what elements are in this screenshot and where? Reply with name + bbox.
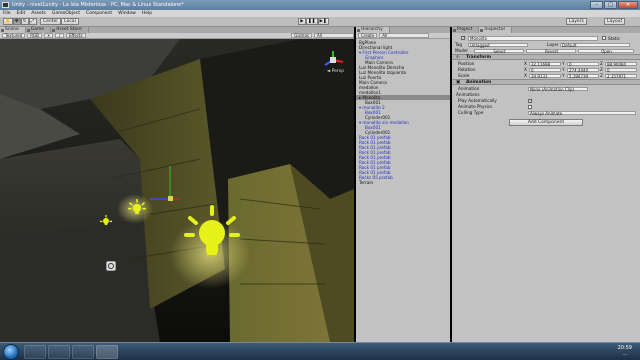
play-automatically-checkbox[interactable] xyxy=(528,98,532,103)
window-title: Unity - nivel1unity - La Isla Misteriosa… xyxy=(12,2,184,8)
project-tab-icon xyxy=(453,29,456,32)
transform-scale-x-field[interactable]: 34.9131 xyxy=(529,73,561,78)
menu-gameobject[interactable]: GameObject xyxy=(52,11,80,16)
effects-dropdown[interactable]: Effects xyxy=(65,33,86,38)
hierarchy-panel: Hierarchy Create All BgPlane Directional … xyxy=(356,27,450,342)
gizmos-dropdown[interactable]: Gizmos xyxy=(291,33,312,38)
model-open-button[interactable]: Open xyxy=(578,48,634,53)
animate-physics-label: Animate Physics xyxy=(458,104,493,109)
menu-window[interactable]: Window xyxy=(118,11,136,16)
taskbar-explorer-icon[interactable] xyxy=(24,345,46,359)
menu-edit[interactable]: Edit xyxy=(17,11,26,16)
tab-inspector[interactable]: Inspector xyxy=(479,27,513,33)
audio-source-icon[interactable] xyxy=(106,261,116,271)
transform-position-z-field[interactable]: 88.90084 xyxy=(605,61,637,66)
perspective-label[interactable]: ◄ Persp xyxy=(327,69,344,74)
transform-rotation-z-field[interactable]: 0 xyxy=(605,67,637,72)
transform-header[interactable]: ⊹ Transform xyxy=(452,54,640,60)
game-tab-icon xyxy=(26,29,30,32)
layers-dropdown[interactable]: Layers xyxy=(566,18,587,25)
pause-icon: ❚❚ xyxy=(308,19,316,24)
scene-panel-header: Scene Game Asset Store Textured RGB ☀ ♪ … xyxy=(0,27,354,39)
transform-scale-z-field[interactable]: 2.157971 xyxy=(605,73,637,78)
add-component-button[interactable]: Add Component xyxy=(509,119,583,126)
maximize-button[interactable]: □ xyxy=(604,1,617,9)
pause-button[interactable]: ❚❚ xyxy=(306,18,318,25)
minimize-button[interactable]: – xyxy=(590,1,603,9)
close-button[interactable]: ✕ xyxy=(618,1,638,9)
transform-rotation-y-field[interactable]: 274.4444 xyxy=(567,67,599,72)
asset-store-tab-icon xyxy=(52,29,56,32)
menu-assets[interactable]: Assets xyxy=(31,11,46,16)
static-label: Static xyxy=(608,35,620,41)
transform-icon: ⊹ xyxy=(456,55,460,60)
scene-tab-icon xyxy=(1,29,4,32)
menu-file[interactable]: File xyxy=(3,11,11,16)
animations-label[interactable]: Animations xyxy=(456,92,638,97)
menu-bar: File Edit Assets GameObject Component Wi… xyxy=(0,10,640,17)
hierarchy-search-input[interactable]: All xyxy=(379,33,430,38)
menu-help[interactable]: Help xyxy=(142,11,152,16)
hierarchy-create-dropdown[interactable]: Create xyxy=(358,33,378,38)
object-name-field[interactable]: Monolito xyxy=(468,36,598,41)
rotate-tool-button[interactable]: ↻ xyxy=(20,18,29,25)
hierarchy-item[interactable]: Terrain xyxy=(356,180,450,185)
animation-header[interactable]: ▣ Animation xyxy=(452,79,640,85)
transform-scale-y-field[interactable]: 5.194739 xyxy=(567,73,599,78)
tag-dropdown[interactable]: Untagged xyxy=(468,42,528,47)
point-light-icon-far[interactable] xyxy=(100,215,112,227)
culling-type-dropdown[interactable]: Always Animate xyxy=(528,110,636,115)
pivot-toggle[interactable]: Center xyxy=(40,18,62,25)
layer-dropdown[interactable]: Default xyxy=(560,42,630,47)
hand-tool-button[interactable]: ✋ xyxy=(3,18,13,25)
point-light-icon[interactable] xyxy=(184,205,240,261)
animation-clip-field[interactable]: None (Animation Clip) xyxy=(528,86,588,91)
audio-toggle[interactable]: ♪ xyxy=(55,33,64,38)
layout-dropdown[interactable]: Layout xyxy=(604,18,626,25)
render-mode-dropdown[interactable]: Textured xyxy=(2,33,26,38)
scene-viewport[interactable]: ◄ Persp xyxy=(0,39,354,342)
step-icon: ▶❚ xyxy=(319,19,327,24)
taskbar-clock[interactable]: 20:59 ... xyxy=(618,345,632,357)
step-button[interactable]: ▶❚ xyxy=(317,18,329,25)
transform-position-y-field[interactable]: 0 xyxy=(567,61,599,66)
color-mode-dropdown[interactable]: RGB xyxy=(27,33,42,38)
scene-search-input[interactable]: All xyxy=(314,33,354,38)
move-tool-button[interactable]: ✥ xyxy=(12,18,21,25)
tab-project[interactable]: Project xyxy=(452,27,480,33)
animate-physics-checkbox[interactable] xyxy=(528,104,532,109)
space-toggle[interactable]: Local xyxy=(61,18,79,25)
windows-taskbar: 20:59 ... xyxy=(0,342,640,360)
unity-app-icon xyxy=(2,2,9,8)
taskbar-browser-icon[interactable] xyxy=(72,345,94,359)
animation-icon: ▣ xyxy=(456,80,461,85)
window-title-bar: Unity - nivel1unity - La Isla Misteriosa… xyxy=(0,0,640,10)
model-revert-button[interactable]: Revert xyxy=(526,48,576,53)
taskbar-media-icon[interactable] xyxy=(48,345,70,359)
model-select-button[interactable]: Select xyxy=(474,48,524,53)
play-icon: ▶ xyxy=(300,19,304,24)
play-button[interactable]: ▶ xyxy=(298,18,306,25)
clock-date: ... xyxy=(622,351,628,357)
start-button[interactable] xyxy=(3,344,19,360)
hierarchy-tab-icon xyxy=(357,29,360,32)
menu-component[interactable]: Component xyxy=(86,11,112,16)
play-automatically-label: Play Automatically xyxy=(458,98,497,103)
lighting-toggle[interactable]: ☀ xyxy=(43,33,54,38)
static-checkbox[interactable] xyxy=(602,36,606,40)
scene-render xyxy=(0,39,354,342)
taskbar-unity-icon[interactable] xyxy=(96,345,118,359)
transform-position-x-field[interactable]: 32.11698 xyxy=(529,61,561,66)
inspector-panel: Project Inspector Monolito Static Tag Un… xyxy=(452,27,640,342)
object-active-checkbox[interactable] xyxy=(461,35,465,40)
main-toolbar: ✋ ✥ ↻ ⤢ Center Local ▶ ❚❚ ▶❚ Layers Layo… xyxy=(0,17,640,27)
inspector-tab-icon xyxy=(480,29,484,32)
transform-rotation-x-field[interactable]: 0 xyxy=(529,67,561,72)
point-light-icon-small[interactable] xyxy=(128,199,146,217)
orientation-gizmo[interactable] xyxy=(320,49,346,71)
scale-tool-button[interactable]: ⤢ xyxy=(28,18,37,25)
